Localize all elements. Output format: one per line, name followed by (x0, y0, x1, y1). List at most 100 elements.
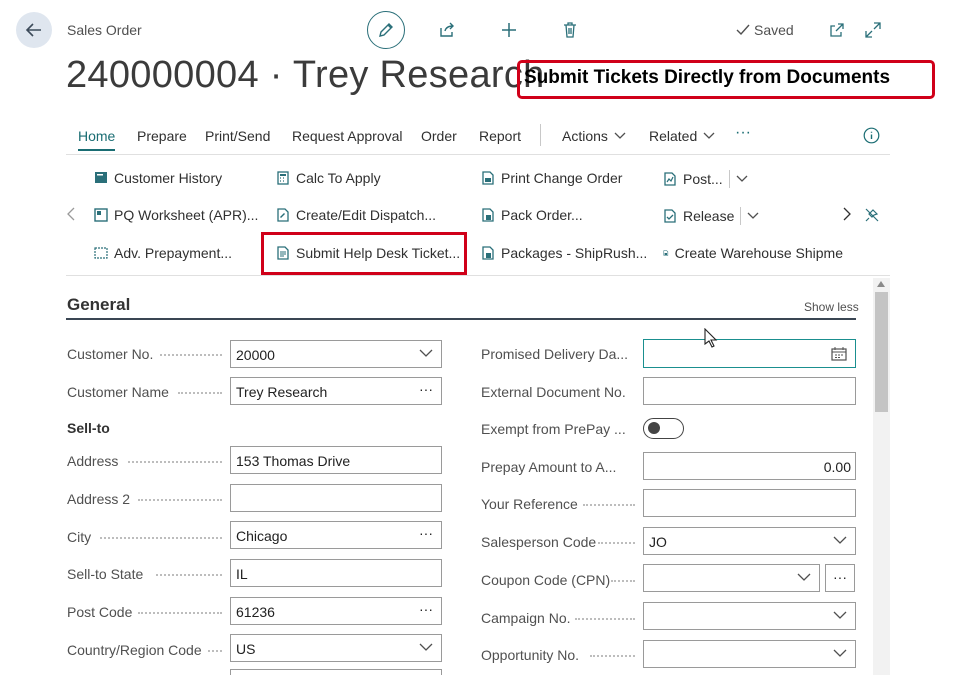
action-label: PQ Worksheet (APR)... (114, 207, 259, 223)
coupon-code-field[interactable] (643, 564, 820, 592)
chevron-down-icon (419, 349, 433, 357)
mouse-cursor-icon (704, 328, 718, 348)
field-label-city: City (67, 529, 92, 545)
more-options-button[interactable]: ··· (735, 124, 751, 142)
menu-print-send[interactable]: Print/Send (205, 128, 270, 144)
open-in-new-window-icon (830, 23, 844, 37)
label-leader (138, 499, 222, 501)
field-label-external-document-no: External Document No. (481, 384, 626, 400)
campaign-no-field[interactable] (643, 602, 856, 630)
calculator-icon (277, 171, 289, 185)
field-value: 0.00 (823, 459, 851, 475)
post-code-field[interactable]: 61236 ··· (230, 597, 442, 625)
lookup-button[interactable]: ··· (419, 601, 433, 617)
chevron-down-icon (703, 132, 715, 139)
sell-to-state-field[interactable]: IL (230, 559, 442, 587)
action-create-edit-dispatch[interactable]: Create/Edit Dispatch... (276, 207, 436, 223)
action-calc-to-apply[interactable]: Calc To Apply (276, 170, 381, 186)
menu-actions[interactable]: Actions (562, 128, 626, 144)
action-packages-shiprush[interactable]: Packages - ShipRush... (481, 245, 647, 261)
toggle-knob (648, 422, 660, 434)
show-less-link[interactable]: Show less (804, 300, 859, 314)
menu-home[interactable]: Home (78, 128, 115, 144)
exempt-from-prepay-toggle[interactable] (643, 418, 684, 439)
action-adv-prepayment[interactable]: Adv. Prepayment... (94, 245, 232, 261)
new-button[interactable] (497, 18, 521, 42)
field-label-address: Address (67, 453, 119, 469)
annotation-banner: Submit Tickets Directly from Documents (517, 60, 935, 99)
customer-no-field[interactable]: 20000 (230, 340, 442, 368)
chevron-down-icon (614, 132, 626, 139)
action-pq-worksheet[interactable]: PQ Worksheet (APR)... (94, 207, 258, 223)
coupon-more-button[interactable]: ··· (825, 564, 855, 592)
address-field[interactable]: 153 Thomas Drive (230, 446, 442, 474)
calendar-icon[interactable] (831, 347, 847, 361)
scroll-right-button[interactable] (842, 207, 852, 221)
external-document-no-field[interactable] (643, 377, 856, 405)
city-field[interactable]: Chicago ··· (230, 521, 442, 549)
menu-related[interactable]: Related (649, 128, 715, 144)
scroll-up-arrow-icon[interactable] (877, 281, 885, 287)
page-title: 240000004 · Trey Research (66, 54, 545, 96)
info-button[interactable] (863, 127, 880, 144)
field-label-country-region-code: Country/Region Code (67, 642, 202, 658)
open-new-window-button[interactable] (825, 18, 849, 42)
menu-order[interactable]: Order (421, 128, 457, 144)
label-leader (598, 542, 635, 544)
action-post[interactable]: Post... (663, 170, 748, 188)
field-value: 61236 (236, 604, 275, 620)
your-reference-field[interactable] (643, 489, 856, 517)
chevron-down-icon[interactable] (747, 212, 759, 220)
scroll-left-button[interactable] (66, 207, 76, 221)
sell-to-heading: Sell-to (67, 420, 110, 436)
expand-button[interactable] (861, 18, 885, 42)
address-2-field[interactable] (230, 484, 442, 512)
label-leader (611, 580, 635, 582)
prepayment-icon (94, 247, 108, 259)
label-leader (208, 650, 222, 652)
chevron-down-icon (833, 611, 847, 619)
menu-related-label: Related (649, 128, 698, 144)
action-label: Create/Edit Dispatch... (296, 207, 437, 223)
lookup-button[interactable]: ··· (419, 381, 433, 397)
customer-name-field[interactable]: Trey Research ··· (230, 377, 442, 405)
prepay-amount-field[interactable]: 0.00 (643, 452, 856, 480)
chevron-down-icon (797, 573, 811, 581)
menu-prepare[interactable]: Prepare (137, 128, 187, 144)
menu-report[interactable]: Report (479, 128, 521, 144)
field-value: JO (649, 534, 667, 550)
field-value: US (236, 641, 256, 657)
chevron-down-icon (833, 536, 847, 544)
promised-delivery-date-field[interactable] (643, 339, 856, 368)
field-value: IL (236, 566, 248, 582)
action-menu-bar: Home Prepare Print/Send Request Approval… (66, 124, 890, 154)
unpin-button[interactable] (864, 207, 880, 223)
opportunity-no-field[interactable] (643, 640, 856, 668)
delete-button[interactable] (558, 18, 582, 42)
action-print-change-order[interactable]: Print Change Order (481, 170, 622, 186)
back-button[interactable] (16, 12, 52, 48)
lookup-button[interactable]: ··· (419, 525, 433, 541)
share-button[interactable] (435, 18, 459, 42)
field-label-address-2: Address 2 (67, 491, 131, 507)
action-create-warehouse-shipment[interactable]: Create Warehouse Shipme (663, 245, 843, 261)
field-label-opportunity-no: Opportunity No. (481, 647, 580, 663)
salesperson-code-field[interactable]: JO (643, 527, 856, 555)
menu-request-approval[interactable]: Request Approval (292, 128, 403, 144)
chevron-down-icon[interactable] (736, 175, 748, 183)
action-release[interactable]: Release (663, 207, 759, 225)
menu-separator (540, 124, 541, 146)
action-pack-order[interactable]: Pack Order... (481, 207, 583, 223)
action-label: Calc To Apply (296, 170, 381, 186)
saved-label: Saved (754, 22, 794, 38)
trash-icon (564, 22, 576, 38)
edit-button[interactable] (367, 11, 405, 49)
country-region-code-field[interactable]: US (230, 634, 442, 662)
section-divider (66, 318, 856, 320)
menu-divider (66, 154, 890, 155)
scrollbar-thumb[interactable] (875, 292, 888, 412)
field-label-campaign-no: Campaign No. (481, 610, 571, 626)
action-customer-history[interactable]: Customer History (94, 170, 222, 186)
field-value: 20000 (236, 347, 275, 363)
shipping-icon (482, 246, 494, 260)
